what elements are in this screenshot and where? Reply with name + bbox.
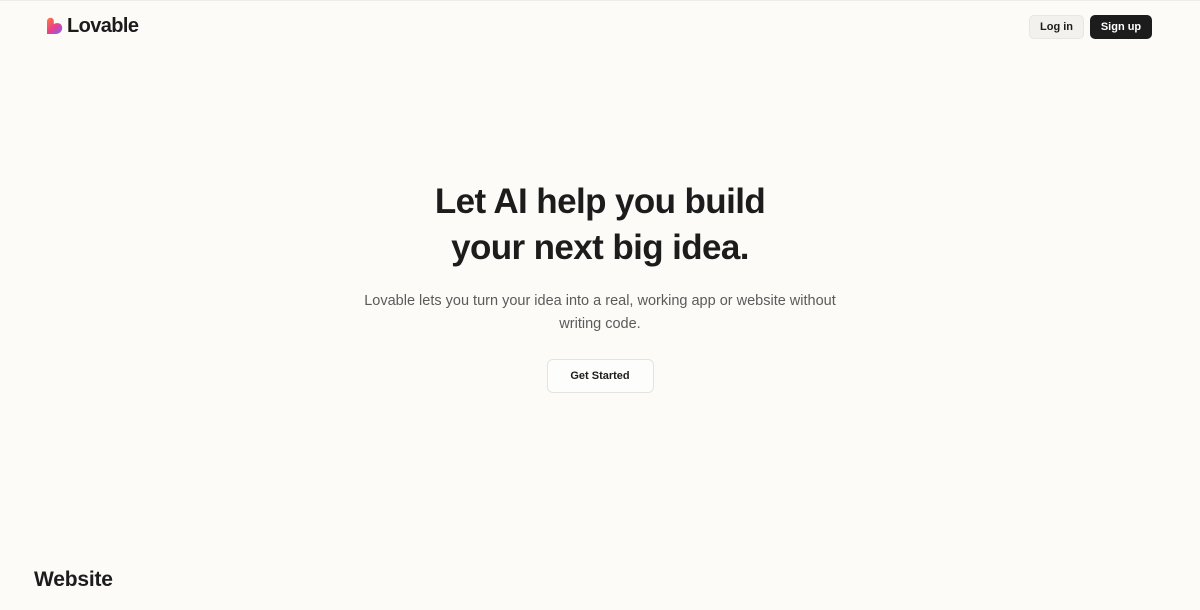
- hero-title: Let AI help you build your next big idea…: [0, 179, 1200, 271]
- landing-page: Lovable Log in Sign up Let AI help you b…: [0, 0, 1200, 610]
- auth-actions: Log in Sign up: [1029, 15, 1152, 39]
- top-navigation: Lovable Log in Sign up: [0, 1, 1200, 53]
- hero-section: Let AI help you build your next big idea…: [0, 179, 1200, 393]
- get-started-button[interactable]: Get Started: [546, 359, 654, 393]
- signup-button[interactable]: Sign up: [1090, 15, 1152, 39]
- hero-title-line-1: Let AI help you build: [434, 182, 766, 221]
- lovable-heart-icon: [47, 17, 63, 34]
- brand-logo-link[interactable]: Lovable: [46, 15, 139, 37]
- hero-subtitle: Lovable lets you turn your idea into a r…: [364, 293, 836, 332]
- section-heading-website: Website: [34, 568, 113, 591]
- brand-name: Lovable: [67, 15, 139, 37]
- hero-title-line-2: your next big idea.: [451, 228, 749, 267]
- login-button[interactable]: Log in: [1029, 15, 1084, 39]
